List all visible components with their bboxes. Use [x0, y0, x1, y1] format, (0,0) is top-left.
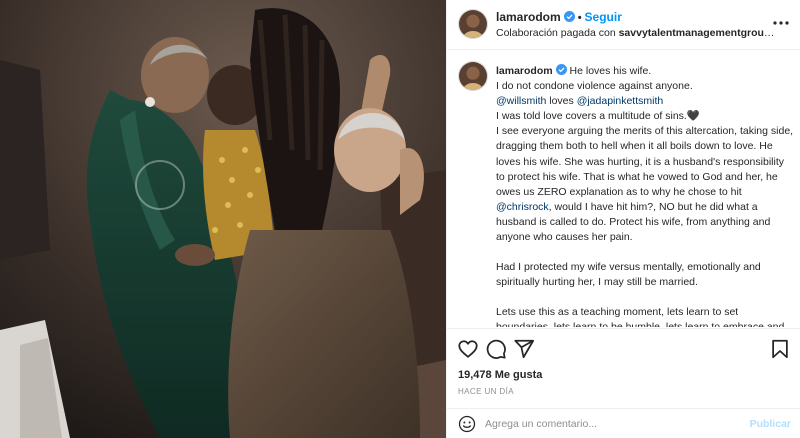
avatar[interactable]: [458, 9, 488, 39]
bookmark-icon: [772, 339, 788, 359]
like-button[interactable]: [457, 338, 479, 360]
post-timestamp[interactable]: HACE UN DÍA: [458, 387, 514, 396]
username-link[interactable]: lamarodom: [496, 10, 561, 24]
publish-button[interactable]: Publicar: [750, 418, 791, 430]
smiley-icon[interactable]: [458, 415, 476, 433]
verified-badge-icon: [563, 11, 575, 22]
caption-username[interactable]: lamarodom: [496, 65, 553, 77]
comment-bubble-icon: [486, 339, 506, 359]
caption-line-1: He loves his wife.: [569, 65, 652, 77]
heart-icon: [458, 340, 478, 358]
paid-partnership-label[interactable]: Colaboración pagada con savvytalentmanag…: [496, 27, 778, 39]
caption-paragraph-3: Had I protected my wife versus mentally,…: [496, 261, 761, 289]
post-header: lamarodom • Seguir Colaboración pagada con…: [447, 0, 800, 50]
avatar-image: [459, 10, 487, 38]
caption-text: lamarodom He loves his wife. I do not co…: [496, 64, 794, 327]
caption-text-fragment: loves: [546, 95, 577, 108]
mention-link[interactable]: @jadapinkettsmith: [577, 95, 664, 107]
verified-badge-icon: [555, 64, 567, 75]
caption-avatar[interactable]: [458, 61, 488, 91]
share-button[interactable]: [513, 338, 535, 360]
likes-count[interactable]: 19,478 Me gusta: [458, 369, 542, 381]
caption-line-3: @willsmith loves @jadapinkettsmith: [496, 94, 794, 109]
paper-plane-icon: [514, 339, 535, 359]
post-photo[interactable]: [0, 0, 446, 438]
caption-paragraph-2: I see everyone arguing the merits of thi…: [496, 124, 794, 245]
comment-input[interactable]: [485, 414, 735, 434]
caption-line: lamarodom He loves his wife.: [496, 64, 794, 79]
comment-button[interactable]: [485, 338, 507, 360]
post-image: [0, 0, 446, 438]
caption-line-4: I was told love covers a multitude of si…: [496, 110, 700, 123]
more-horizontal-icon[interactable]: [771, 13, 791, 33]
save-button[interactable]: [769, 338, 791, 360]
separator-dot: •: [577, 12, 582, 24]
collab-prefix: Colaboración pagada con: [496, 27, 619, 39]
comment-bar: Publicar: [447, 408, 800, 438]
post-sidebar: lamarodom • Seguir Colaboración pagada con…: [446, 0, 800, 438]
collab-partner[interactable]: savvytalentmanagementgroup, s...: [619, 27, 778, 39]
avatar-image: [459, 62, 487, 90]
header-username-row: lamarodom • Seguir: [496, 10, 622, 24]
caption-paragraph-4: Lets use this as a teaching moment, lets…: [496, 306, 784, 327]
follow-button[interactable]: Seguir: [585, 10, 622, 24]
caption-text-fragment: I see everyone arguing the merits of thi…: [496, 125, 794, 198]
post-caption: lamarodom He loves his wife. I do not co…: [447, 51, 800, 327]
mention-link[interactable]: @chrisrock: [496, 201, 549, 213]
mention-link[interactable]: @willsmith: [496, 95, 546, 107]
caption-line-2: I do not condone violence against anyone…: [496, 80, 693, 93]
